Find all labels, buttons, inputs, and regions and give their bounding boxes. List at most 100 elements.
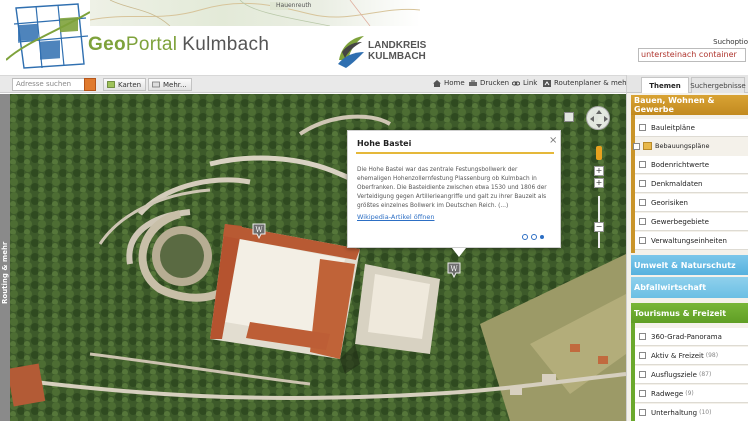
layer-item-georisiken[interactable]: Georisiken [635, 194, 748, 212]
tab-themen[interactable]: Themen [641, 77, 689, 93]
layer-count: (9) [685, 390, 694, 397]
map-toolbar: Adresse suchen Karten Mehr... Home Druck… [0, 75, 629, 93]
map-icon [107, 81, 115, 88]
layer-label: Gewerbegebiete [651, 217, 709, 226]
wikipedia-marker-icon[interactable]: W [252, 223, 266, 239]
geoportal-app: Hauenreuth GeoPortalKulmbach LANDKREIS [0, 0, 748, 421]
search-options-link[interactable]: Suchoptio [713, 38, 748, 46]
brand-place: Kulmbach [182, 34, 270, 55]
layer-checkbox[interactable] [639, 371, 646, 378]
header: Hauenreuth GeoPortalKulmbach LANDKREIS [0, 0, 748, 75]
geoportal-logo-icon [6, 3, 90, 69]
wikipedia-article-link[interactable]: Wikipedia-Artikel öffnen [357, 213, 434, 221]
brand-portal: Portal [125, 34, 178, 55]
drucken-link[interactable]: Drucken [469, 79, 509, 87]
svg-text:W: W [450, 265, 458, 273]
layer-checkbox[interactable] [639, 124, 646, 131]
layer-label: 360-Grad-Panorama [651, 332, 722, 341]
layer-label: Georisiken [651, 198, 688, 207]
header-map-strip: Hauenreuth [90, 0, 420, 26]
routenplaner-label: Routenplaner & mehr [554, 79, 630, 87]
global-search-input[interactable]: untersteinach container [638, 48, 746, 62]
layers-icon [152, 81, 160, 88]
drucken-label: Drucken [480, 79, 510, 87]
pager-dot[interactable] [531, 234, 537, 240]
landkreis-line2: KULMBACH [368, 51, 426, 62]
popup-close-button[interactable]: × [549, 135, 557, 146]
header-map-place: Hauenreuth [276, 2, 312, 9]
layer-item-aktiv-freizeit[interactable]: Aktiv & Freizeit (98) [635, 347, 748, 365]
home-label: Home [444, 79, 465, 87]
layer-item-unterhaltung[interactable]: Unterhaltung (10) [635, 404, 748, 421]
home-icon [433, 79, 441, 87]
layer-item-360-panorama[interactable]: 360-Grad-Panorama [635, 328, 748, 346]
tab-suchergebnisse[interactable]: Suchergebnisse [690, 77, 746, 93]
layer-checkbox[interactable] [639, 218, 646, 225]
layer-switch-icon[interactable] [564, 112, 574, 122]
layer-checkbox[interactable] [639, 199, 646, 206]
layer-label: Bauleitpläne [651, 123, 695, 132]
panel-tabs: Themen Suchergebnisse [627, 75, 748, 93]
section-umwelt-header[interactable]: Umwelt & Naturschutz [631, 255, 748, 275]
layer-checkbox[interactable] [639, 390, 646, 397]
section-tourismus-header[interactable]: Tourismus & Freizeit [631, 303, 748, 323]
layer-label: Bodenrichtwerte [651, 160, 710, 169]
streetview-pegman-icon[interactable] [596, 146, 602, 160]
zoom-in-small-button[interactable]: + [594, 178, 604, 188]
layer-item-verwaltungseinheiten[interactable]: Verwaltungseinheiten [635, 232, 748, 250]
layer-item-denkmaldaten[interactable]: Denkmaldaten [635, 175, 748, 193]
layer-label: Bebauungspläne [655, 142, 710, 150]
address-search-button[interactable] [84, 78, 96, 91]
zoom-in-button[interactable]: + [594, 166, 604, 176]
layer-item-bodenrichtwerte[interactable]: Bodenrichtwerte [635, 156, 748, 174]
karten-label: Karten [118, 80, 142, 89]
pager-dot-active[interactable] [522, 234, 528, 240]
routenplaner-link[interactable]: Routenplaner & mehr [543, 79, 629, 87]
brand-geo: Geo [88, 34, 126, 55]
landkreis-emblem-icon [338, 36, 364, 68]
zoom-out-button[interactable]: − [594, 222, 604, 232]
route-icon [543, 79, 551, 87]
zoom-control: + + − [594, 166, 604, 258]
folder-icon [643, 142, 652, 150]
layer-label: Radwege [651, 389, 684, 398]
layer-label: Aktiv & Freizeit [651, 351, 704, 360]
section-abfall-header[interactable]: Abfallwirtschaft [631, 277, 748, 298]
layer-label: Denkmaldaten [651, 179, 703, 188]
layer-item-bauleitplaene[interactable]: Bauleitpläne [635, 119, 748, 137]
layer-checkbox[interactable] [639, 237, 646, 244]
layer-count: (87) [699, 371, 712, 378]
pager-dot-small[interactable] [540, 235, 544, 239]
link-label: Link [523, 79, 538, 87]
landkreis-text: LANDKREIS KULMBACH [368, 40, 426, 62]
section-bauen-header[interactable]: Bauen, Wohnen & Gewerbe [631, 95, 748, 115]
print-icon [469, 79, 477, 86]
link-link[interactable]: Link [512, 79, 537, 87]
layer-item-ausflugsziele[interactable]: Ausflugsziele (87) [635, 366, 748, 384]
layer-label: Unterhaltung [651, 408, 698, 417]
layer-label: Ausflugsziele [651, 370, 697, 379]
layer-checkbox[interactable] [639, 352, 646, 359]
layer-checkbox[interactable] [639, 333, 646, 340]
wikipedia-marker-selected-icon[interactable]: W [447, 262, 461, 278]
layer-item-radwege[interactable]: Radwege (9) [635, 385, 748, 403]
layer-count: (10) [699, 409, 712, 416]
layer-checkbox[interactable] [639, 161, 646, 168]
layer-item-gewerbegebiete[interactable]: Gewerbegebiete [635, 213, 748, 231]
layer-checkbox[interactable] [639, 409, 646, 416]
geoportal-title: GeoPortal Kulmbach [88, 34, 269, 56]
layer-item-bebauungsplaene[interactable]: Bebauungspläne [633, 137, 748, 155]
popup-title: Hohe Bastei [357, 139, 412, 148]
mehr-button[interactable]: Mehr... [148, 78, 192, 91]
pan-arrows-icon [590, 110, 608, 128]
karten-button[interactable]: Karten [103, 78, 147, 91]
routing-side-tab[interactable]: Routing & mehr [0, 94, 10, 421]
themes-panel: Themen Suchergebnisse Bauen, Wohnen & Ge… [626, 75, 748, 421]
popup-description: Die Hohe Bastei war das zentrale Festung… [357, 167, 547, 209]
map-pan-control[interactable] [586, 106, 610, 130]
home-link[interactable]: Home [433, 79, 465, 87]
landkreis-line1: LANDKREIS [368, 40, 427, 51]
layer-checkbox[interactable] [633, 142, 640, 150]
layer-checkbox[interactable] [639, 180, 646, 187]
popup-divider [356, 152, 554, 154]
